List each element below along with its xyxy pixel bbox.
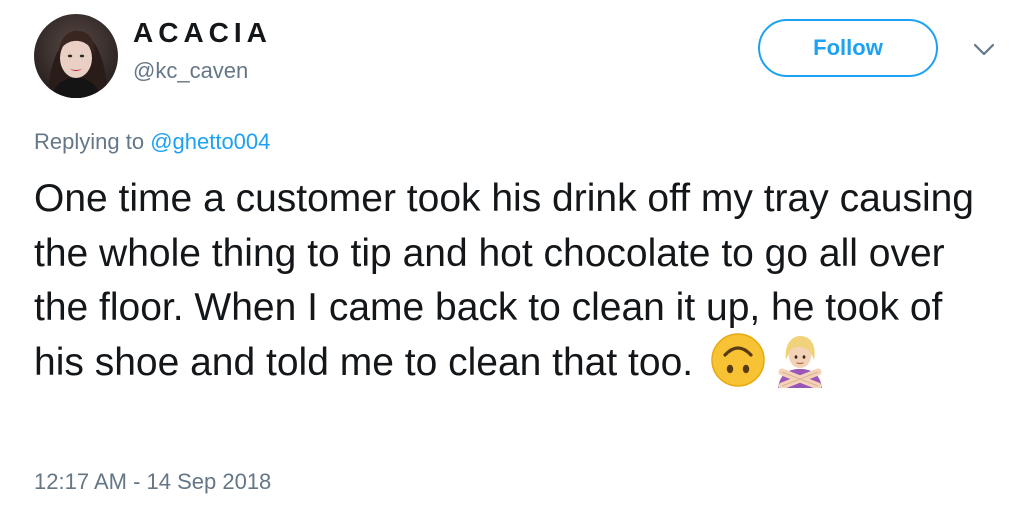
replying-to-label: Replying to xyxy=(34,129,151,154)
user-handle[interactable]: @kc_caven xyxy=(133,57,248,85)
reply-context: Replying to @ghetto004 xyxy=(34,128,270,156)
chevron-down-icon[interactable] xyxy=(972,40,996,60)
avatar[interactable] xyxy=(34,14,118,98)
upside-down-face-emoji-icon xyxy=(710,332,766,388)
display-name[interactable]: ACACIA xyxy=(133,16,272,50)
follow-button[interactable]: Follow xyxy=(758,19,938,77)
person-gesturing-no-emoji-icon xyxy=(772,332,828,390)
reply-mention-link[interactable]: @ghetto004 xyxy=(150,129,270,154)
tweet-text: One time a customer took his drink off m… xyxy=(34,177,974,384)
tweet-body: One time a customer took his drink off m… xyxy=(34,172,994,392)
tweet-timestamp[interactable]: 12:17 AM - 14 Sep 2018 xyxy=(34,468,271,496)
profile-photo xyxy=(34,14,118,98)
